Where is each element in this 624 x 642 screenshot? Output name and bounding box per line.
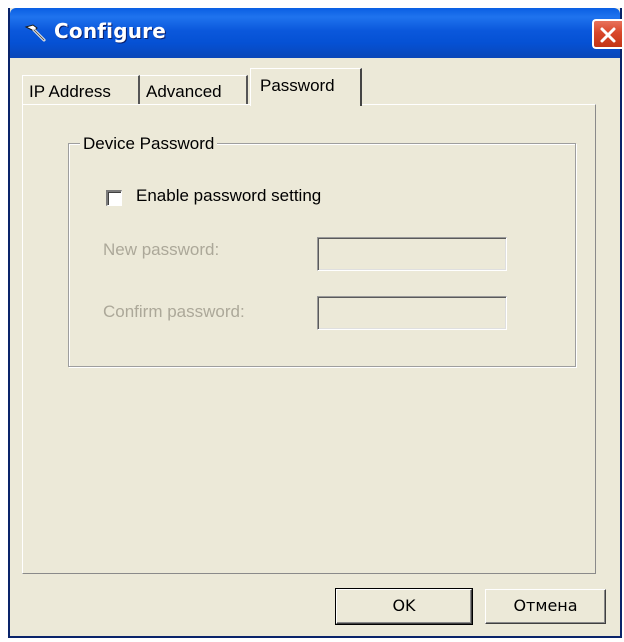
confirm-password-label: Confirm password: xyxy=(103,302,245,321)
tab-label: Password xyxy=(260,76,335,95)
confirm-password-field[interactable] xyxy=(317,296,507,330)
new-password-field[interactable] xyxy=(317,237,507,271)
close-button[interactable] xyxy=(592,19,622,49)
cancel-button[interactable]: Отмена xyxy=(485,589,606,624)
tab-ip-address[interactable]: IP Address xyxy=(22,75,140,105)
tab-label: IP Address xyxy=(29,82,111,101)
hammer-icon xyxy=(24,24,46,42)
title-bar[interactable]: Configure xyxy=(10,8,622,58)
tab-label: Advanced xyxy=(146,82,222,101)
tab-advanced[interactable]: Advanced xyxy=(140,75,248,105)
group-title: Device Password xyxy=(80,134,218,154)
enable-password-checkbox[interactable] xyxy=(106,190,122,206)
tab-password[interactable]: Password xyxy=(250,68,362,106)
enable-password-label[interactable]: Enable password setting xyxy=(136,186,321,206)
close-icon xyxy=(600,27,616,43)
new-password-label: New password: xyxy=(103,240,220,259)
window-title: Configure xyxy=(54,19,166,43)
ok-button[interactable]: OK xyxy=(335,588,473,625)
